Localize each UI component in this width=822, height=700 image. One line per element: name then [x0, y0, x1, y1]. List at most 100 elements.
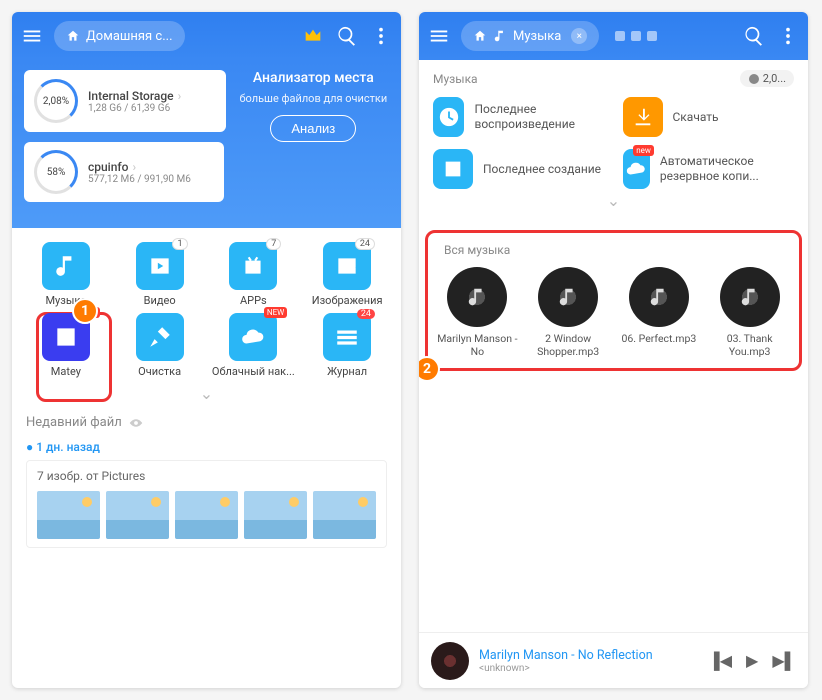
player-controls: ▐◀ ▶ ▶▌ — [708, 651, 796, 671]
win-icon[interactable] — [631, 31, 641, 41]
track-label: 03. Thank You.mp3 — [706, 333, 793, 358]
track-item[interactable]: 2 Window Shopper.mp3 — [525, 267, 612, 358]
tile-label: Журнал — [303, 365, 391, 378]
top-bar: Домашняя с... — [12, 12, 401, 60]
tile-label: Облачный нак... — [210, 365, 298, 378]
play-icon[interactable]: ▶ — [746, 651, 758, 671]
overflow-icon[interactable] — [369, 24, 393, 48]
storage-gauge: 2,08% — [34, 79, 78, 123]
track-item[interactable]: 06. Perfect.mp3 — [616, 267, 703, 358]
win-icon[interactable] — [615, 31, 625, 41]
expand-icon[interactable]: ⌄ — [419, 189, 808, 212]
quick-clock[interactable]: Последнее воспроизведение — [433, 97, 605, 137]
eye-icon — [128, 418, 144, 428]
overflow-icon[interactable] — [776, 24, 800, 48]
download-icon — [623, 97, 663, 137]
new-tag: NEW — [264, 307, 287, 318]
badge: 1 — [172, 238, 187, 250]
expand-icon[interactable]: ⌄ — [12, 382, 401, 405]
clock-icon — [433, 97, 464, 137]
tile-label: APPs — [210, 294, 298, 307]
quick-label: Автоматическое резервное копи... — [660, 154, 794, 184]
cpu-gauge: 58% — [34, 150, 78, 194]
tile-music[interactable]: Музыка — [22, 242, 110, 307]
quick-actions: Последнее воспроизведение Скачать Последне… — [419, 97, 808, 189]
badge: 24 — [355, 238, 375, 250]
thumb[interactable] — [244, 491, 307, 539]
tile-broom[interactable]: Очистка — [116, 313, 204, 378]
tile-stack[interactable]: Журнал24 — [303, 313, 391, 378]
category-grid: МузыкаВидео1APPs7Изображения24MateyNEWОч… — [12, 228, 401, 382]
recent-thumbs — [37, 491, 376, 539]
storage-title: Internal Storage — [88, 89, 174, 103]
menu-icon[interactable] — [20, 24, 44, 48]
thumb[interactable] — [175, 491, 238, 539]
all-music-section: 2 Вся музыка Marilyn Manson - No2 Window… — [425, 230, 802, 371]
close-tab-icon[interactable]: × — [571, 28, 587, 44]
tile-video[interactable]: Видео1 — [116, 242, 204, 307]
recent-card: 7 изобр. от Pictures — [26, 460, 387, 548]
broom-icon — [136, 313, 184, 361]
tile-image[interactable]: Изображения24 — [303, 242, 391, 307]
cloud-icon: new — [623, 149, 650, 189]
recent-card-title: 7 изобр. от Pictures — [37, 469, 376, 483]
track-grid: Marilyn Manson - No2 Window Shopper.mp30… — [434, 267, 793, 358]
size-chip[interactable]: 2,0... — [740, 70, 794, 87]
player-artist: <unknown> — [479, 663, 698, 674]
cpu-title: cpuinfo — [88, 160, 128, 174]
cpu-card[interactable]: 58% cpuinfo › 577,12 M6 / 991,90 M6 — [24, 142, 224, 202]
album-cover — [538, 267, 598, 327]
player-bar: Marilyn Manson - No Reflection <unknown>… — [419, 632, 808, 688]
quick-plus[interactable]: Последнее создание — [433, 149, 605, 189]
win-icon[interactable] — [647, 31, 657, 41]
thumb[interactable] — [106, 491, 169, 539]
home-screen: Домашняя с... 2,08% Internal Storage › 1… — [12, 12, 401, 688]
menu-icon[interactable] — [427, 24, 451, 48]
all-music-header: Вся музыка — [434, 241, 793, 267]
prev-icon[interactable]: ▐◀ — [708, 651, 732, 671]
chevron-right-icon: › — [132, 160, 136, 174]
callout-2: 2 — [419, 356, 440, 382]
hero-area: 2,08% Internal Storage › 1,28 G6 / 61,39… — [12, 60, 401, 228]
breadcrumb-music[interactable]: Музыка × — [461, 21, 599, 51]
album-cover — [720, 267, 780, 327]
track-item[interactable]: 03. Thank You.mp3 — [706, 267, 793, 358]
tile-android[interactable]: APPs7 — [210, 242, 298, 307]
storage-card[interactable]: 2,08% Internal Storage › 1,28 G6 / 61,39… — [24, 70, 226, 132]
tile-cloud[interactable]: Облачный нак...NEW — [210, 313, 298, 378]
quick-download[interactable]: Скачать — [623, 97, 795, 137]
top-bar: Музыка × — [419, 12, 808, 60]
track-label: 2 Window Shopper.mp3 — [525, 333, 612, 358]
chevron-right-icon: › — [178, 89, 182, 103]
breadcrumb-label: Домашняя с... — [86, 29, 173, 44]
thumb[interactable] — [313, 491, 376, 539]
next-icon[interactable]: ▶▌ — [772, 651, 796, 671]
crown-icon[interactable] — [301, 24, 325, 48]
analyzer-panel: Анализатор места больше файлов для очист… — [238, 70, 389, 142]
quick-label: Скачать — [673, 110, 719, 125]
track-item[interactable]: Marilyn Manson - No — [434, 267, 521, 358]
analyzer-title: Анализатор места — [238, 70, 389, 86]
search-icon[interactable] — [742, 24, 766, 48]
tile-label: Matey — [22, 365, 110, 378]
breadcrumb-label: Музыка — [513, 29, 561, 44]
note-mini-icon — [493, 29, 507, 43]
search-icon[interactable] — [335, 24, 359, 48]
player-title: Marilyn Manson - No Reflection — [479, 648, 698, 663]
home-mini-icon — [473, 29, 487, 43]
quick-label: Последнее создание — [483, 162, 601, 177]
player-cover[interactable] — [431, 642, 469, 680]
new-tag: new — [633, 145, 654, 156]
breadcrumb-home[interactable]: Домашняя с... — [54, 21, 185, 51]
tile-label: Очистка — [116, 365, 204, 378]
tile-matey[interactable]: MateyNEW — [22, 313, 110, 378]
thumb[interactable] — [37, 491, 100, 539]
analyze-button[interactable]: Анализ — [270, 115, 356, 142]
track-label: Marilyn Manson - No — [434, 333, 521, 358]
recent-item[interactable]: 1 дн. назад 7 изобр. от Pictures — [12, 436, 401, 552]
recent-time: 1 дн. назад — [26, 440, 387, 454]
cloud-icon — [229, 313, 277, 361]
quick-cloud[interactable]: new Автоматическое резервное копи... — [623, 149, 795, 189]
recent-header: Недавний файл — [12, 405, 401, 436]
quick-label: Последнее воспроизведение — [474, 102, 604, 132]
